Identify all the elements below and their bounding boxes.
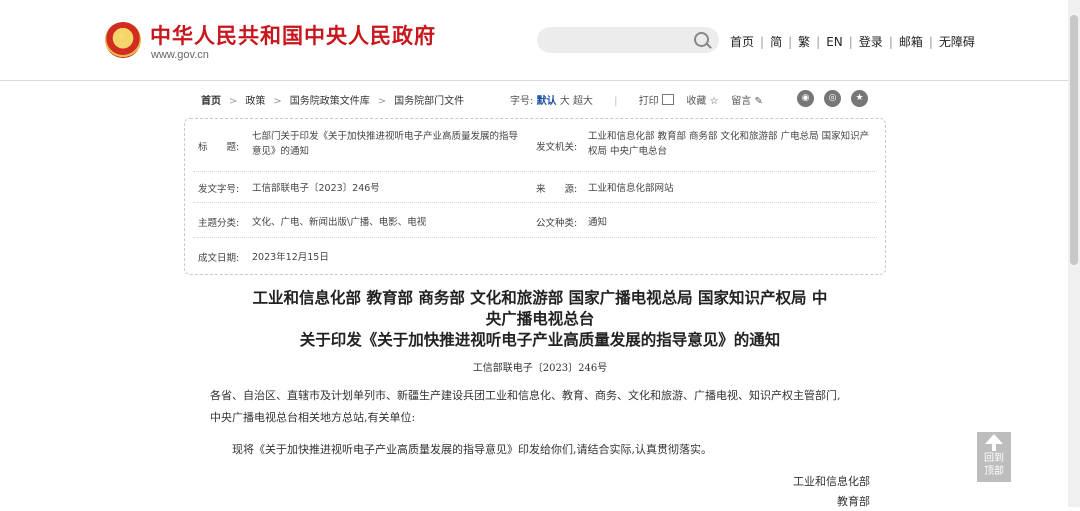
nav-mail[interactable]: 邮箱 (899, 35, 923, 49)
breadcrumb-home[interactable]: 首页 (201, 96, 221, 107)
signatory-moe: 教育部 (837, 495, 870, 508)
date-label: 成文日期: (198, 253, 240, 264)
nav-accessibility[interactable]: 无障碍 (939, 35, 975, 49)
type-label: 公文种类: (536, 218, 578, 229)
top-nav: 首页 | 简 | 繁 | EN | 登录 | 邮箱 | 无障碍 (730, 35, 975, 49)
star-outline-icon: ☆ (709, 96, 719, 107)
nav-traditional[interactable]: 繁 (798, 35, 810, 49)
signatory-miit: 工业和信息化部 (793, 475, 870, 488)
issuer-value: 工业和信息化部 教育部 商务部 文化和旅游部 广电总局 国家知识产权局 中央广电… (588, 131, 870, 157)
comment-label: 留言 (731, 96, 752, 107)
salutation-line1: 各省、自治区、直辖市及计划单列市、新疆生产建设兵团工业和信息化、教育、商务、文化… (210, 389, 841, 402)
topic-label: 主题分类: (198, 218, 240, 229)
font-default-button[interactable]: 默认 (537, 96, 557, 107)
weibo-icon[interactable]: ◉ (797, 90, 814, 107)
site-header: ★ 中华人民共和国中央人民政府 www.gov.cn 首页 | 简 | 繁 | EN | 登录 |… (0, 0, 1080, 81)
title-value: 七部门关于印发《关于加快推进视听电子产业高质量发展的指导意见》的通知 (252, 131, 519, 157)
site-domain: www.gov.cn (151, 49, 209, 61)
star-icon[interactable]: ★ (851, 90, 868, 107)
font-xlarge-button[interactable]: 超大 (573, 96, 593, 107)
source-value: 工业和信息化部网站 (588, 183, 674, 194)
article-title-line3: 关于印发《关于加快推进视听电子产业高质量发展的指导意见》的通知 (299, 330, 781, 349)
topic-value: 文化、广电、新闻出版\广播、电影、电视 (252, 217, 427, 228)
page-scrollbar[interactable] (1068, 0, 1080, 507)
article-doc-number: 工信部联电子〔2023〕246号 (472, 363, 608, 374)
breadcrumb-department-docs[interactable]: 国务院部门文件 (394, 96, 464, 107)
scrollbar-thumb[interactable] (1070, 15, 1078, 265)
comment-button[interactable]: 留言 ✎ (731, 96, 763, 107)
article-paragraph: 现将《关于加快推进视听电子产业高质量发展的指导意见》印发给你们,请结合实际,认真… (232, 443, 712, 456)
article-title: 工业和信息化部 教育部 商务部 文化和旅游部 国家广播电视总局 国家知识产权局 … (200, 287, 880, 350)
favorite-button[interactable]: 收藏 ☆ (686, 96, 718, 107)
national-emblem-icon[interactable]: ★ (105, 22, 141, 58)
search-input[interactable] (537, 27, 719, 53)
title-label: 标 题: (198, 142, 240, 153)
back-to-top-line2: 顶部 (984, 466, 1004, 477)
date-value: 2023年12月15日 (252, 252, 329, 263)
salutation-line2: 中央广播电视总台相关地方总站,有关单位: (210, 411, 416, 424)
nav-english[interactable]: EN (826, 35, 843, 49)
breadcrumb-policy[interactable]: 政策 (245, 96, 265, 107)
article-title-line1: 工业和信息化部 教育部 商务部 文化和旅游部 国家广播电视总局 国家知识产权局 … (252, 288, 828, 307)
issuer-label: 发文机关: (536, 142, 578, 153)
font-size-label: 字号: (510, 96, 534, 107)
article-title-line2: 央广播电视总台 (485, 309, 595, 328)
search-icon[interactable] (694, 32, 709, 47)
nav-simplified[interactable]: 简 (770, 35, 782, 49)
favorite-label: 收藏 (686, 96, 707, 107)
breadcrumb: 首页 > 政策 > 国务院政策文件库 > 国务院部门文件 (201, 96, 465, 107)
docno-value: 工信部联电子〔2023〕246号 (252, 183, 380, 194)
document-info-box: 标 题: 七部门关于印发《关于加快推进视听电子产业高质量发展的指导意见》的通知 … (184, 118, 886, 275)
nav-login[interactable]: 登录 (859, 35, 883, 49)
pencil-icon: ✎ (754, 96, 763, 107)
breadcrumb-policy-library[interactable]: 国务院政策文件库 (290, 96, 370, 107)
back-to-top-button[interactable]: 回到 顶部 (977, 432, 1011, 482)
source-label: 来 源: (536, 184, 578, 195)
docno-label: 发文字号: (198, 184, 240, 195)
back-to-top-line1: 回到 (984, 453, 1004, 464)
print-label: 打印 (638, 96, 659, 107)
print-button[interactable]: 打印 (638, 94, 674, 107)
nav-home[interactable]: 首页 (730, 35, 754, 49)
article-tools: 字号: 默认 大 超大 | 打印 收藏 ☆ 留言 ✎ (510, 94, 763, 107)
font-large-button[interactable]: 大 (560, 96, 570, 107)
wechat-icon[interactable]: ◎ (824, 90, 841, 107)
printer-icon (661, 94, 674, 105)
site-title[interactable]: 中华人民共和国中央人民政府 (150, 20, 436, 50)
type-value: 通知 (588, 217, 608, 228)
